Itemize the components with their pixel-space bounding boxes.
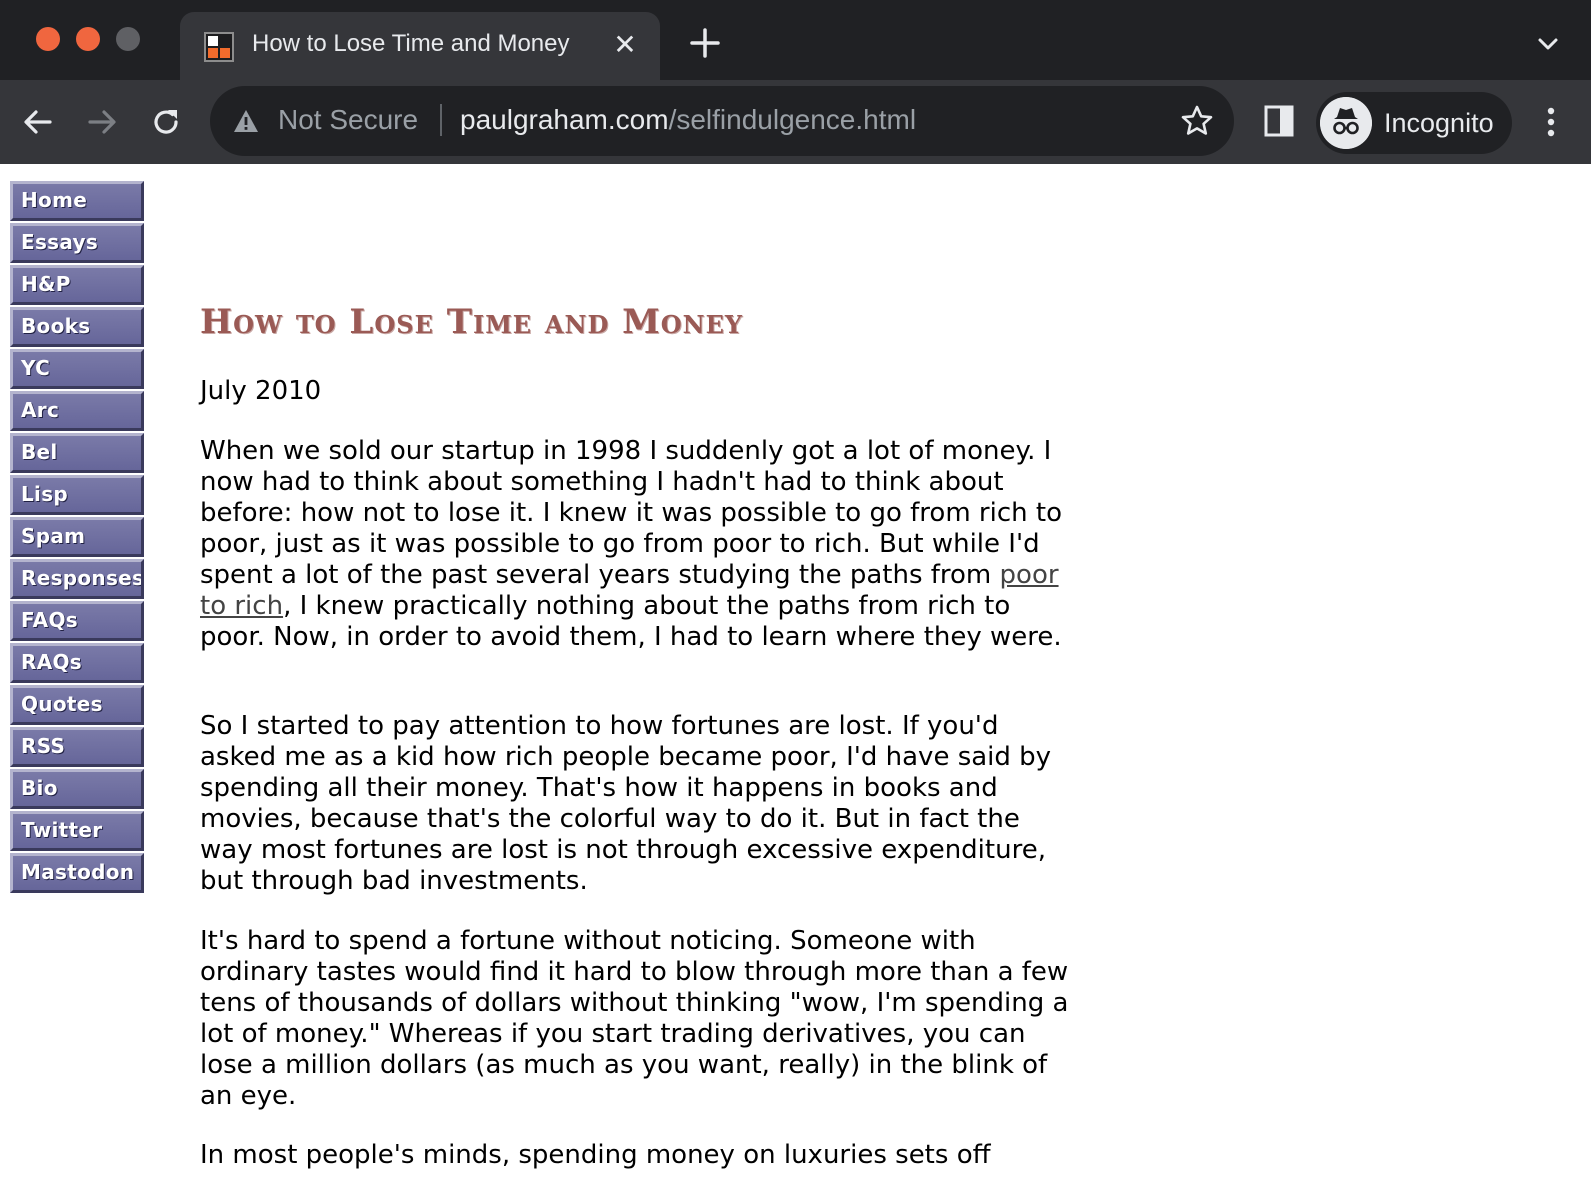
nav-link-essays[interactable]: Essays <box>10 223 144 263</box>
maximize-window-button[interactable] <box>116 27 140 51</box>
nav-link-lisp[interactable]: Lisp <box>10 475 144 515</box>
site-favicon-icon <box>204 32 234 62</box>
address-bar[interactable]: Not Secure paulgraham.com/selfindulgence… <box>210 86 1234 156</box>
tab-close-icon[interactable]: ✕ <box>610 30 640 60</box>
nav-link-quotes[interactable]: Quotes <box>10 685 144 725</box>
nav-link-bio[interactable]: Bio <box>10 769 144 809</box>
nav-link-raqs[interactable]: RAQs <box>10 643 144 683</box>
close-window-button[interactable] <box>36 27 60 51</box>
essay-title: How to Lose Time and Money <box>200 302 744 342</box>
nav-link-twitter[interactable]: Twitter <box>10 811 144 851</box>
reload-icon[interactable] <box>146 102 186 142</box>
active-tab[interactable]: How to Lose Time and Money ✕ <box>180 12 660 80</box>
url-host: paulgraham.com <box>460 104 669 135</box>
web-page: Home Essays H&P Books YC Arc Bel Lisp Sp… <box>0 164 1591 1192</box>
nav-link-responses[interactable]: Responses <box>10 559 144 599</box>
essay-paragraph: When we sold our startup in 1998 I sudde… <box>200 436 1080 653</box>
nav-link-arc[interactable]: Arc <box>10 391 144 431</box>
minimize-window-button[interactable] <box>76 27 100 51</box>
forward-icon[interactable] <box>82 102 122 142</box>
tab-title: How to Lose Time and Money <box>252 30 570 57</box>
more-menu-icon[interactable] <box>1534 102 1568 142</box>
security-status[interactable]: Not Secure <box>278 104 418 136</box>
nav-link-books[interactable]: Books <box>10 307 144 347</box>
url-path: /selfindulgence.html <box>668 104 917 135</box>
back-icon[interactable] <box>18 102 58 142</box>
nav-link-rss[interactable]: RSS <box>10 727 144 767</box>
essay-paragraph: It's hard to spend a fortune without not… <box>200 926 1069 1111</box>
nav-link-bel[interactable]: Bel <box>10 433 144 473</box>
paragraph-text: When we sold our startup in 1998 I sudde… <box>200 436 1062 590</box>
omnibox-divider <box>440 104 442 136</box>
side-panel-icon[interactable] <box>1262 102 1296 140</box>
incognito-icon <box>1320 97 1372 149</box>
warning-icon[interactable] <box>232 108 260 134</box>
nav-link-yc[interactable]: YC <box>10 349 144 389</box>
nav-link-home[interactable]: Home <box>10 181 144 221</box>
paragraph-text: , I knew practically nothing about the p… <box>200 591 1062 652</box>
browser-toolbar: Not Secure paulgraham.com/selfindulgence… <box>0 80 1591 164</box>
nav-link-mastodon[interactable]: Mastodon <box>10 853 144 893</box>
tab-list-icon[interactable] <box>1534 30 1562 58</box>
essay-paragraph: In most people's minds, spending money o… <box>200 1140 991 1170</box>
site-navigation: Home Essays H&P Books YC Arc Bel Lisp Sp… <box>10 181 144 895</box>
incognito-profile-button[interactable]: Incognito <box>1316 92 1512 154</box>
nav-link-hp[interactable]: H&P <box>10 265 144 305</box>
essay-paragraph: So I started to pay attention to how for… <box>200 711 1052 896</box>
tab-strip: How to Lose Time and Money ✕ <box>0 0 1591 80</box>
essay-date: July 2010 <box>200 376 322 406</box>
new-tab-icon[interactable] <box>688 26 722 60</box>
url-text[interactable]: paulgraham.com/selfindulgence.html <box>460 104 916 136</box>
nav-link-faqs[interactable]: FAQs <box>10 601 144 641</box>
nav-link-spam[interactable]: Spam <box>10 517 144 557</box>
incognito-label: Incognito <box>1384 108 1494 138</box>
star-icon[interactable] <box>1180 104 1214 138</box>
